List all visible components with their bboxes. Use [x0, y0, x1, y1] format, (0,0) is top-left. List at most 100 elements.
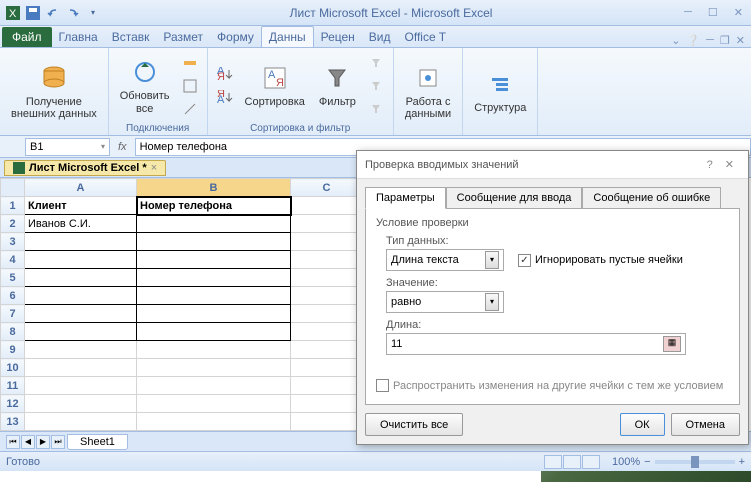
cell-C7[interactable] [291, 305, 363, 323]
sheet-tab[interactable]: Sheet1 [67, 434, 128, 450]
ignore-blank-checkbox[interactable]: ✓Игнорировать пустые ячейки [518, 254, 683, 267]
cell-A7[interactable] [25, 305, 137, 323]
dialog-titlebar[interactable]: Проверка вводимых значений ? ✕ [357, 151, 748, 179]
range-picker-icon[interactable]: ▦ [663, 336, 681, 352]
zoom-slider[interactable] [655, 460, 735, 464]
last-sheet-icon[interactable]: ⏭ [51, 435, 65, 449]
zoom-level[interactable]: 100% [612, 456, 640, 468]
cell-C8[interactable] [291, 323, 363, 341]
spreadsheet-grid[interactable]: ABC1КлиентНомер телефона2Иванов С.И.3456… [0, 178, 363, 431]
cell-B7[interactable] [137, 305, 291, 323]
cell-B1[interactable]: Номер телефона [137, 197, 291, 215]
filter-button[interactable]: Фильтр [314, 59, 361, 111]
refresh-all-button[interactable]: Обновить все [115, 53, 175, 117]
row-header[interactable]: 6 [1, 287, 25, 305]
sort-button[interactable]: АЯ Сортировка [240, 59, 310, 111]
save-icon[interactable] [24, 4, 42, 22]
cell-A8[interactable] [25, 323, 137, 341]
excel-icon[interactable]: X [4, 4, 22, 22]
fx-icon[interactable]: fx [118, 141, 127, 153]
row-header[interactable]: 13 [1, 413, 25, 431]
mdi-restore-icon[interactable]: ❐ [720, 34, 730, 47]
outline-button[interactable]: Структура [469, 65, 531, 117]
row-header[interactable]: 7 [1, 305, 25, 323]
name-box[interactable]: B1▾ [25, 138, 110, 156]
cell-C9[interactable] [291, 341, 363, 359]
row-header[interactable]: 10 [1, 359, 25, 377]
advanced-filter-icon[interactable] [365, 98, 387, 120]
cell-A13[interactable] [25, 413, 137, 431]
help-icon[interactable]: ❔ [686, 34, 700, 47]
row-header[interactable]: 2 [1, 215, 25, 233]
ribbon-tab-6[interactable]: Вид [362, 27, 398, 47]
mdi-minimize-icon[interactable]: ─ [706, 34, 714, 47]
cell-B12[interactable] [137, 395, 291, 413]
edit-links-icon[interactable] [179, 98, 201, 120]
cell-B8[interactable] [137, 323, 291, 341]
cell-B6[interactable] [137, 287, 291, 305]
cell-A6[interactable] [25, 287, 137, 305]
cell-A9[interactable] [25, 341, 137, 359]
row-header[interactable]: 11 [1, 377, 25, 395]
ribbon-tab-4[interactable]: Данны [261, 26, 314, 47]
redo-icon[interactable] [64, 4, 82, 22]
row-header[interactable]: 4 [1, 251, 25, 269]
minimize-icon[interactable]: ─ [680, 4, 696, 21]
row-header[interactable]: 3 [1, 233, 25, 251]
cell-B2[interactable] [137, 215, 291, 233]
ribbon-tab-0[interactable]: Главна [52, 27, 105, 47]
sort-asc-icon[interactable]: АЯ [214, 63, 236, 85]
cell-B11[interactable] [137, 377, 291, 395]
cell-B3[interactable] [137, 233, 291, 251]
cell-C2[interactable] [291, 215, 363, 233]
document-tab[interactable]: Лист Microsoft Excel * × [4, 160, 166, 176]
zoom-out-icon[interactable]: − [644, 456, 650, 468]
cell-C4[interactable] [291, 251, 363, 269]
ok-button[interactable]: ОК [620, 413, 665, 436]
value-select[interactable]: равно▾ [386, 291, 504, 313]
cell-B4[interactable] [137, 251, 291, 269]
first-sheet-icon[interactable]: ⏮ [6, 435, 20, 449]
row-header[interactable]: 8 [1, 323, 25, 341]
cell-C13[interactable] [291, 413, 363, 431]
zoom-in-icon[interactable]: + [739, 456, 745, 468]
page-layout-view-icon[interactable] [563, 455, 581, 469]
external-data-button[interactable]: Получение внешних данных [6, 59, 102, 123]
reapply-icon[interactable] [365, 75, 387, 97]
cell-A10[interactable] [25, 359, 137, 377]
ribbon-minimize-icon[interactable]: ⌄ [671, 34, 680, 47]
dialog-help-icon[interactable]: ? [701, 157, 719, 173]
cell-B5[interactable] [137, 269, 291, 287]
cell-A12[interactable] [25, 395, 137, 413]
cell-A1[interactable]: Клиент [25, 197, 137, 215]
cell-C10[interactable] [291, 359, 363, 377]
cell-A5[interactable] [25, 269, 137, 287]
cell-C1[interactable] [291, 197, 363, 215]
dialog-tab-2[interactable]: Сообщение об ошибке [582, 187, 721, 209]
spread-checkbox[interactable]: Распространить изменения на другие ячейк… [376, 379, 729, 392]
close-icon[interactable]: ✕ [730, 4, 747, 21]
qat-dropdown-icon[interactable]: ▾ [84, 4, 102, 22]
cell-A3[interactable] [25, 233, 137, 251]
column-header[interactable]: B [137, 179, 291, 197]
row-header[interactable]: 12 [1, 395, 25, 413]
ribbon-tab-7[interactable]: Office T [398, 27, 454, 47]
prev-sheet-icon[interactable]: ◀ [21, 435, 35, 449]
type-select[interactable]: Длина текста▾ [386, 249, 504, 271]
dialog-tab-0[interactable]: Параметры [365, 187, 446, 209]
clear-filter-icon[interactable] [365, 52, 387, 74]
cell-A11[interactable] [25, 377, 137, 395]
file-tab[interactable]: Файл [2, 27, 52, 47]
next-sheet-icon[interactable]: ▶ [36, 435, 50, 449]
cell-C11[interactable] [291, 377, 363, 395]
sort-desc-icon[interactable]: ЯА [214, 86, 236, 108]
normal-view-icon[interactable] [544, 455, 562, 469]
cancel-button[interactable]: Отмена [671, 413, 740, 436]
cell-A4[interactable] [25, 251, 137, 269]
dialog-tab-1[interactable]: Сообщение для ввода [446, 187, 583, 209]
data-tools-button[interactable]: Работа с данными [400, 59, 456, 123]
cell-B10[interactable] [137, 359, 291, 377]
row-header[interactable]: 9 [1, 341, 25, 359]
column-header[interactable]: A [25, 179, 137, 197]
cell-C6[interactable] [291, 287, 363, 305]
